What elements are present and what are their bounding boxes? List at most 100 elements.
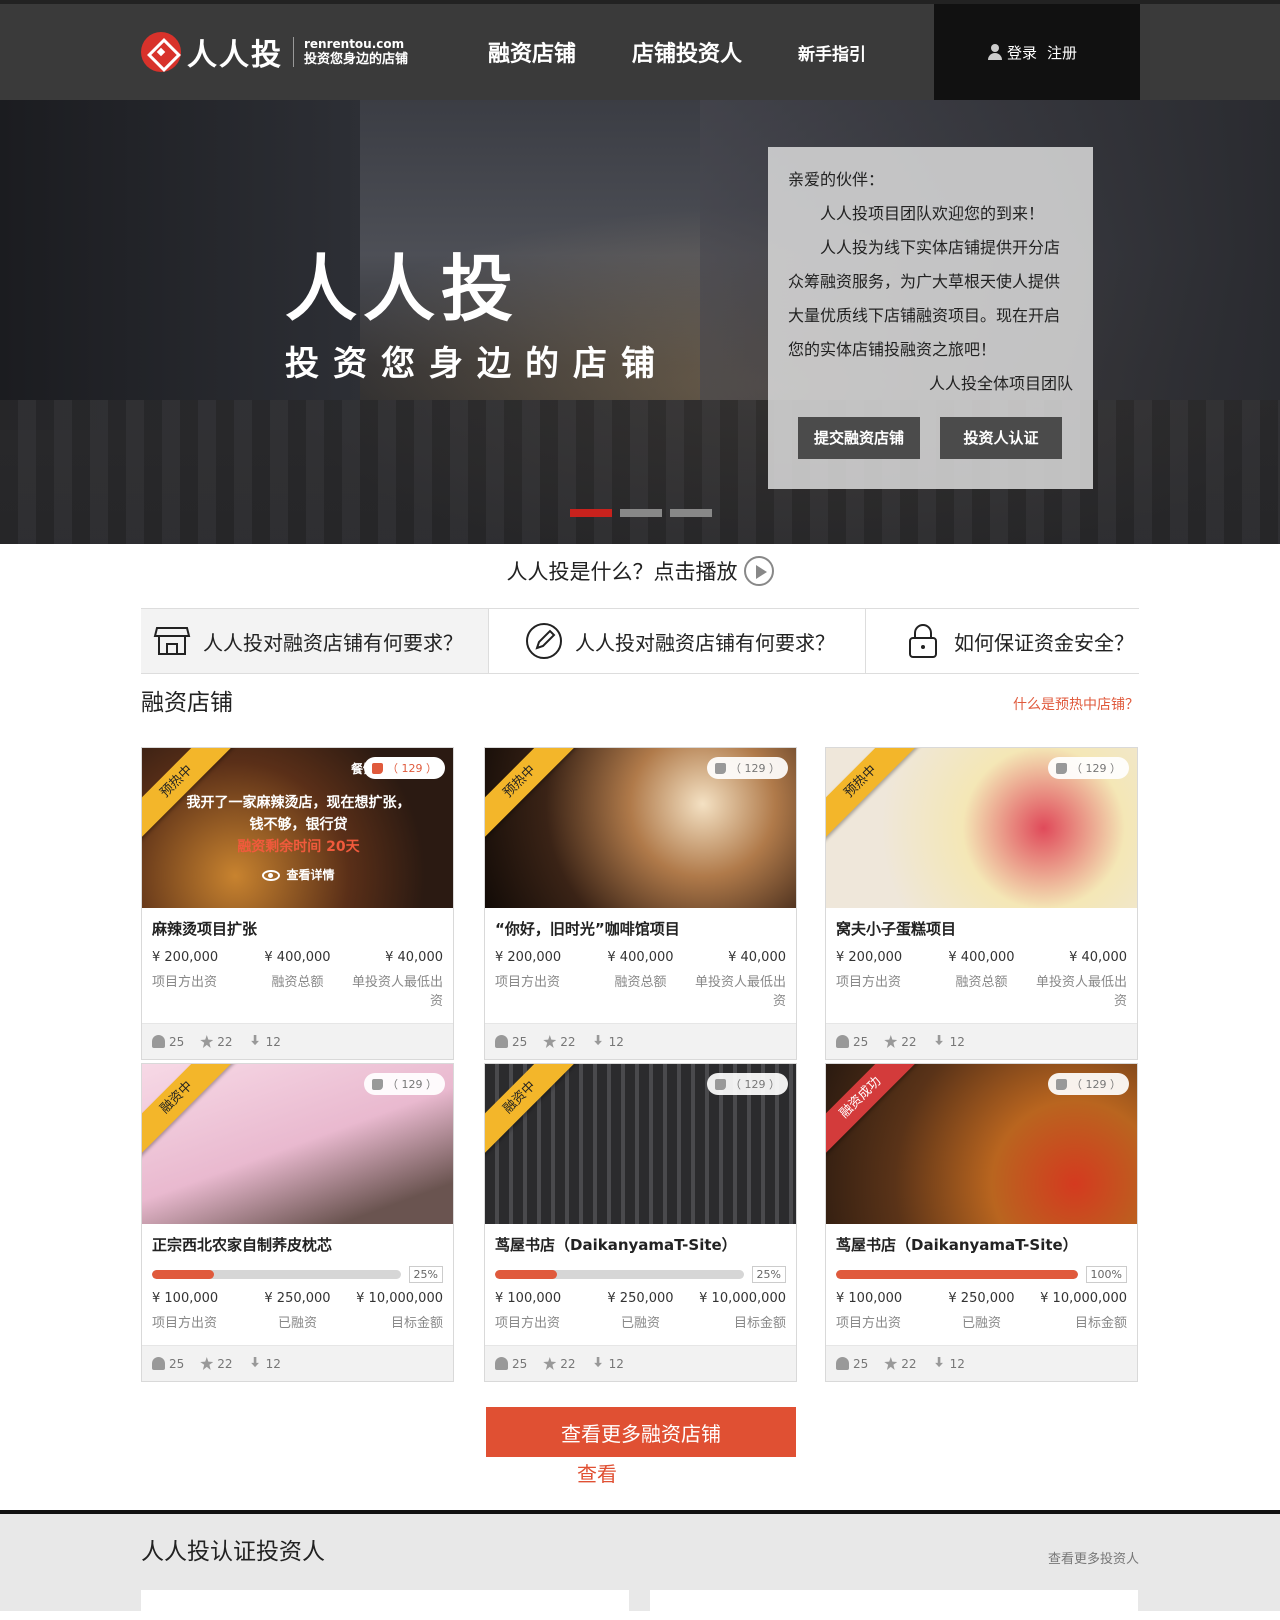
value: ¥ 400,000: [264, 950, 331, 965]
submit-store-button[interactable]: 提交融资店铺: [798, 417, 920, 459]
investor-card[interactable]: [650, 1590, 1138, 1620]
value-label: 已融资: [961, 1316, 1001, 1331]
user-icon: [152, 1035, 165, 1048]
welcome-line1: 人人投项目团队欢迎您的到来！: [820, 204, 1045, 223]
stat-value: 25: [169, 1034, 185, 1049]
view-detail-label: 查看详情: [286, 868, 335, 882]
value: ¥ 200,000: [836, 950, 903, 965]
project-card[interactable]: 预热中 （ 129 ） 窝夫小子蛋糕项目 ¥ 200,000 ¥ 400,000 ¥…: [825, 747, 1138, 1060]
project-name[interactable]: 茑屋书店（DaikanyamaT-Site）: [495, 1234, 786, 1258]
project-name[interactable]: 窝夫小子蛋糕项目: [836, 918, 1127, 942]
intro-video-link[interactable]: 人人投是什么？点击播放: [0, 556, 1280, 586]
hero-banner: 人人投 投资您身边的店铺 亲爱的伙伴： 人人投项目团队欢迎您的到来！ 人人投为线…: [0, 100, 1280, 544]
user-icon: [495, 1357, 508, 1370]
project-image[interactable]: 融资中 （ 129 ）: [485, 1064, 796, 1224]
project-card[interactable]: 融资中 （ 129 ） 正宗西北农家自制荞皮枕芯 25% ¥ 100,000 ¥ …: [141, 1063, 454, 1382]
login-link[interactable]: 登录: [1007, 42, 1037, 63]
carousel-dot[interactable]: [670, 509, 712, 517]
view-more-stores-button[interactable]: 查看更多融资店铺: [486, 1407, 796, 1457]
likes-badge[interactable]: （ 129 ）: [707, 1073, 788, 1095]
card-stats: 25 22 12: [142, 1345, 453, 1381]
faq-item-store-requirements[interactable]: 人人投对融资店铺有何要求？: [141, 609, 489, 673]
project-name[interactable]: 正宗西北农家自制荞皮枕芯: [152, 1234, 443, 1258]
project-card[interactable]: 预热中 （ 129 ） “你好，旧时光”咖啡馆项目 ¥ 200,000 ¥ 400…: [484, 747, 797, 1060]
stat-value: 25: [512, 1034, 528, 1049]
nav-beginner-guide[interactable]: 新手指引: [798, 4, 866, 100]
likes-count: （ 129 ）: [730, 762, 780, 775]
thumbs-up-icon: [372, 762, 383, 774]
download-icon: [935, 1357, 943, 1368]
logo-name: 人人投: [187, 38, 283, 73]
stat-value: 22: [560, 1356, 576, 1371]
investors-title: 人人投认证投资人: [141, 1539, 325, 1565]
project-name[interactable]: “你好，旧时光”咖啡馆项目: [495, 918, 786, 942]
star-icon: [543, 1035, 557, 1048]
nav-store-investors-link[interactable]: 店铺投资人: [632, 36, 742, 68]
view-more-investors-link[interactable]: 查看更多投资人: [1048, 1548, 1139, 1567]
value-label: 目标金额: [390, 1316, 443, 1331]
status-ribbon: 融资成功: [826, 1064, 924, 1161]
lock-icon: [909, 624, 937, 658]
project-name[interactable]: 麻辣烫项目扩张: [152, 918, 443, 942]
value-label: 项目方出资: [495, 1316, 561, 1331]
carousel-dot[interactable]: [570, 509, 612, 517]
investor-card[interactable]: [141, 1590, 629, 1620]
preheat-info-link[interactable]: 什么是预热中店铺？: [1013, 694, 1139, 714]
nav-financing-stores[interactable]: 融资店铺: [488, 4, 576, 100]
likes-badge[interactable]: （ 129 ）: [1048, 1073, 1129, 1095]
investors-section: 人人投认证投资人 查看更多投资人: [0, 1514, 1280, 1620]
project-card[interactable]: 融资中 （ 129 ） 茑屋书店（DaikanyamaT-Site） 25% ¥…: [484, 1063, 797, 1382]
likes-count: （ 129 ）: [730, 1078, 780, 1091]
download-icon: [935, 1035, 943, 1046]
project-image[interactable]: 融资中 （ 129 ）: [142, 1064, 453, 1224]
play-icon[interactable]: [743, 556, 774, 586]
stat-value: 12: [608, 1034, 624, 1049]
likes-badge[interactable]: （ 129 ）: [1048, 757, 1129, 779]
progress-percent: 25%: [408, 1266, 443, 1283]
nav-beginner-guide-link[interactable]: 新手指引: [798, 40, 866, 65]
likes-badge[interactable]: （ 129 ）: [364, 757, 445, 779]
register-link[interactable]: 注册: [1047, 42, 1077, 63]
view-more-sub-link[interactable]: 查看: [577, 1458, 617, 1487]
project-image[interactable]: 预热中 （ 129 ）: [826, 748, 1137, 908]
project-image[interactable]: 预热中 （ 129 ）: [485, 748, 796, 908]
logo-divider: [293, 37, 294, 67]
value-label: 项目方出资: [836, 1316, 902, 1331]
project-image[interactable]: 预热中 餐饮 （ 129 ） 我开了一家麻辣烫店，现在想扩张， 钱不够，银行贷 …: [142, 748, 453, 908]
nav-financing-stores-link[interactable]: 融资店铺: [488, 36, 576, 68]
view-detail-link[interactable]: 查看详情: [262, 864, 335, 886]
value-label: 目标金额: [733, 1316, 786, 1331]
project-image[interactable]: 融资成功 （ 129 ）: [826, 1064, 1137, 1224]
stat-value: 12: [949, 1034, 965, 1049]
star-icon: [200, 1357, 214, 1370]
welcome-line2: 人人投为线下实体店铺提供开分店众筹融资服务，为广大草根天使人提供大量优质线下店铺…: [788, 238, 1061, 359]
eye-icon: [262, 869, 281, 881]
user-icon: [836, 1035, 849, 1048]
faq-item-store-requirements-2[interactable]: 人人投对融资店铺有何要求？: [489, 609, 866, 673]
site-logo[interactable]: 人人投 renrentou.com 投资您身边的店铺: [141, 32, 408, 73]
user-icon: [152, 1357, 165, 1370]
hero-title: 人人投: [285, 247, 520, 331]
value-label: 融资总额: [271, 975, 324, 990]
investor-auth-button[interactable]: 投资人认证: [940, 417, 1062, 459]
welcome-panel: 亲爱的伙伴： 人人投项目团队欢迎您的到来！ 人人投为线下实体店铺提供开分店众筹融…: [768, 147, 1093, 489]
project-card[interactable]: 融资成功 （ 129 ） 茑屋书店（DaikanyamaT-Site） 100%…: [825, 1063, 1138, 1382]
status-ribbon: 融资中: [485, 1064, 583, 1161]
download-icon: [594, 1035, 602, 1046]
stat-value: 12: [265, 1356, 281, 1371]
carousel-dot[interactable]: [620, 509, 662, 517]
faq-item-fund-security[interactable]: 如何保证资金安全？: [866, 609, 1139, 673]
progress-fill: [495, 1270, 558, 1279]
progress-fill: [836, 1270, 1078, 1279]
star-icon: [884, 1357, 898, 1370]
download-icon: [251, 1357, 259, 1368]
thumbs-up-icon: [715, 762, 726, 774]
value: ¥ 10,000,000: [699, 1291, 786, 1306]
user-icon: [836, 1357, 849, 1370]
likes-badge[interactable]: （ 129 ）: [707, 757, 788, 779]
nav-store-investors[interactable]: 店铺投资人: [632, 4, 742, 100]
download-icon: [251, 1035, 259, 1046]
project-card[interactable]: 预热中 餐饮 （ 129 ） 我开了一家麻辣烫店，现在想扩张， 钱不够，银行贷 …: [141, 747, 454, 1060]
likes-badge[interactable]: （ 129 ）: [364, 1073, 445, 1095]
project-name[interactable]: 茑屋书店（DaikanyamaT-Site）: [836, 1234, 1127, 1258]
